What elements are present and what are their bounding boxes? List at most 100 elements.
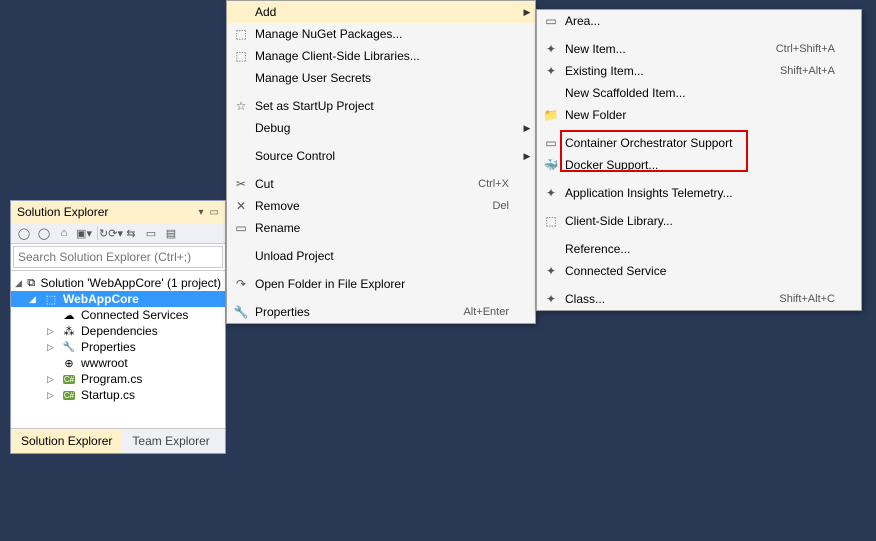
dock-icon[interactable]: ▭ [210, 207, 219, 218]
separator [97, 226, 98, 240]
wrench-icon [61, 340, 77, 354]
menu-shortcut: Shift+Alt+A [780, 65, 845, 77]
menu-item-reference[interactable]: Reference... [537, 238, 861, 260]
menu-item-connected-service[interactable]: ✦Connected Service [537, 260, 861, 282]
menu-label: Open Folder in File Explorer [255, 277, 519, 291]
menu-item-source-control[interactable]: Source Control▶ [227, 145, 535, 167]
menu-label: Manage NuGet Packages... [255, 27, 519, 41]
client-icon: ⬚ [227, 49, 255, 63]
tree-item-properties[interactable]: ▷ Properties [11, 339, 225, 355]
solution-explorer-panel: Solution Explorer ▾ ▭ ▣▾ ⟳▾ ⇆ ▭ ▤ ◢ ⧉ So… [10, 200, 226, 454]
menu-item-new-scaffolded-item[interactable]: New Scaffolded Item... [537, 82, 861, 104]
menu-label: Manage User Secrets [255, 71, 519, 85]
globe-icon [61, 356, 77, 370]
menu-item-manage-user-secrets[interactable]: Manage User Secrets [227, 67, 535, 89]
menu-label: New Scaffolded Item... [565, 86, 845, 100]
home-icon[interactable] [57, 226, 71, 240]
menu-item-open-folder-in-file-explorer[interactable]: ↷Open Folder in File Explorer [227, 273, 535, 295]
menu-item-cut[interactable]: ✂CutCtrl+X [227, 173, 535, 195]
menu-shortcut: Ctrl+Shift+A [776, 43, 845, 55]
tab-solution-explorer[interactable]: Solution Explorer [11, 429, 122, 453]
menu-item-unload-project[interactable]: Unload Project [227, 245, 535, 267]
menu-label: Existing Item... [565, 64, 780, 78]
menu-item-rename[interactable]: ▭Rename [227, 217, 535, 239]
menu-label: New Folder [565, 108, 845, 122]
solution-explorer-search [11, 244, 225, 271]
menu-label: Area... [565, 14, 845, 28]
rename-icon: ▭ [227, 221, 255, 235]
menu-shortcut: Alt+Enter [463, 306, 519, 318]
menu-item-client-side-library[interactable]: ⬚Client-Side Library... [537, 210, 861, 232]
menu-item-area[interactable]: ▭Area... [537, 10, 861, 32]
cloud-icon [61, 308, 77, 322]
connected-icon: ✦ [537, 264, 565, 278]
project-context-menu: Add▶⬚Manage NuGet Packages...⬚Manage Cli… [226, 0, 536, 324]
menu-label: Docker Support... [565, 158, 845, 172]
collapse-icon[interactable]: ▣▾ [77, 226, 91, 240]
tree-item-wwwroot[interactable]: wwwroot [11, 355, 225, 371]
menu-item-class[interactable]: ✦Class...Shift+Alt+C [537, 288, 861, 310]
menu-label: Properties [255, 305, 463, 319]
newitem-icon: ✦ [537, 42, 565, 56]
menu-item-remove[interactable]: ✕RemoveDel [227, 195, 535, 217]
menu-item-properties[interactable]: 🔧PropertiesAlt+Enter [227, 301, 535, 323]
menu-item-new-item[interactable]: ✦New Item...Ctrl+Shift+A [537, 38, 861, 60]
menu-label: Source Control [255, 149, 519, 163]
menu-item-container-orchestrator-support[interactable]: ▭Container Orchestrator Support [537, 132, 861, 154]
menu-item-manage-nuget-packages[interactable]: ⬚Manage NuGet Packages... [227, 23, 535, 45]
menu-item-add[interactable]: Add▶ [227, 1, 535, 23]
submenu-arrow-icon: ▶ [519, 123, 535, 134]
solution-node[interactable]: ◢ ⧉ Solution 'WebAppCore' (1 project) [11, 275, 225, 291]
menu-label: Rename [255, 221, 519, 235]
solution-explorer-title: Solution Explorer [17, 205, 108, 219]
sync-icon[interactable]: ⇆ [124, 226, 138, 240]
menu-label: Class... [565, 292, 779, 306]
menu-shortcut: Shift+Alt+C [779, 293, 845, 305]
menu-label: Application Insights Telemetry... [565, 186, 845, 200]
menu-item-new-folder[interactable]: 📁New Folder [537, 104, 861, 126]
nuget-icon: ⬚ [227, 27, 255, 41]
tree-item-dependencies[interactable]: ▷ ⁂ Dependencies [11, 323, 225, 339]
project-icon: ⬚ [43, 292, 59, 306]
project-node[interactable]: ◢ ⬚ WebAppCore [11, 291, 225, 307]
star-icon: ☆ [227, 99, 255, 113]
menu-label: Connected Service [565, 264, 845, 278]
menu-item-manage-client-side-libraries[interactable]: ⬚Manage Client-Side Libraries... [227, 45, 535, 67]
menu-item-application-insights-telemetry[interactable]: ✦Application Insights Telemetry... [537, 182, 861, 204]
submenu-arrow-icon: ▶ [519, 7, 535, 18]
tree-item-connected-services[interactable]: Connected Services [11, 307, 225, 323]
insights-icon: ✦ [537, 186, 565, 200]
menu-item-debug[interactable]: Debug▶ [227, 117, 535, 139]
tree-item-startup-cs[interactable]: ▷ C# Startup.cs [11, 387, 225, 403]
menu-label: Reference... [565, 242, 845, 256]
dropdown-icon[interactable]: ▾ [199, 207, 204, 218]
properties-icon[interactable]: ▤ [164, 226, 178, 240]
refresh-icon[interactable]: ⟳▾ [104, 226, 118, 240]
menu-item-set-as-startup-project[interactable]: ☆Set as StartUp Project [227, 95, 535, 117]
solution-tree: ◢ ⧉ Solution 'WebAppCore' (1 project) ◢ … [11, 271, 225, 453]
client-icon: ⬚ [537, 214, 565, 228]
menu-label: Container Orchestrator Support [565, 136, 845, 150]
existing-icon: ✦ [537, 64, 565, 78]
tab-team-explorer[interactable]: Team Explorer [122, 429, 219, 453]
back-icon[interactable] [17, 226, 31, 240]
deps-icon: ⁂ [61, 324, 77, 338]
remove-icon: ✕ [227, 199, 255, 213]
wrench-icon: 🔧 [227, 305, 255, 319]
solution-explorer-toolbar: ▣▾ ⟳▾ ⇆ ▭ ▤ [11, 223, 225, 244]
menu-item-existing-item[interactable]: ✦Existing Item...Shift+Alt+A [537, 60, 861, 82]
solution-explorer-tabs: Solution Explorer Team Explorer [11, 428, 225, 453]
folder-icon: 📁 [537, 108, 565, 122]
showall-icon[interactable]: ▭ [144, 226, 158, 240]
menu-item-docker-support[interactable]: 🐳Docker Support... [537, 154, 861, 176]
forward-icon[interactable] [37, 226, 51, 240]
menu-label: Cut [255, 177, 478, 191]
open-icon: ↷ [227, 277, 255, 291]
search-input[interactable] [13, 246, 223, 268]
tree-item-program-cs[interactable]: ▷ C# Program.cs [11, 371, 225, 387]
menu-label: Set as StartUp Project [255, 99, 519, 113]
menu-label: New Item... [565, 42, 776, 56]
menu-label: Remove [255, 199, 492, 213]
menu-label: Unload Project [255, 249, 519, 263]
submenu-arrow-icon: ▶ [519, 151, 535, 162]
